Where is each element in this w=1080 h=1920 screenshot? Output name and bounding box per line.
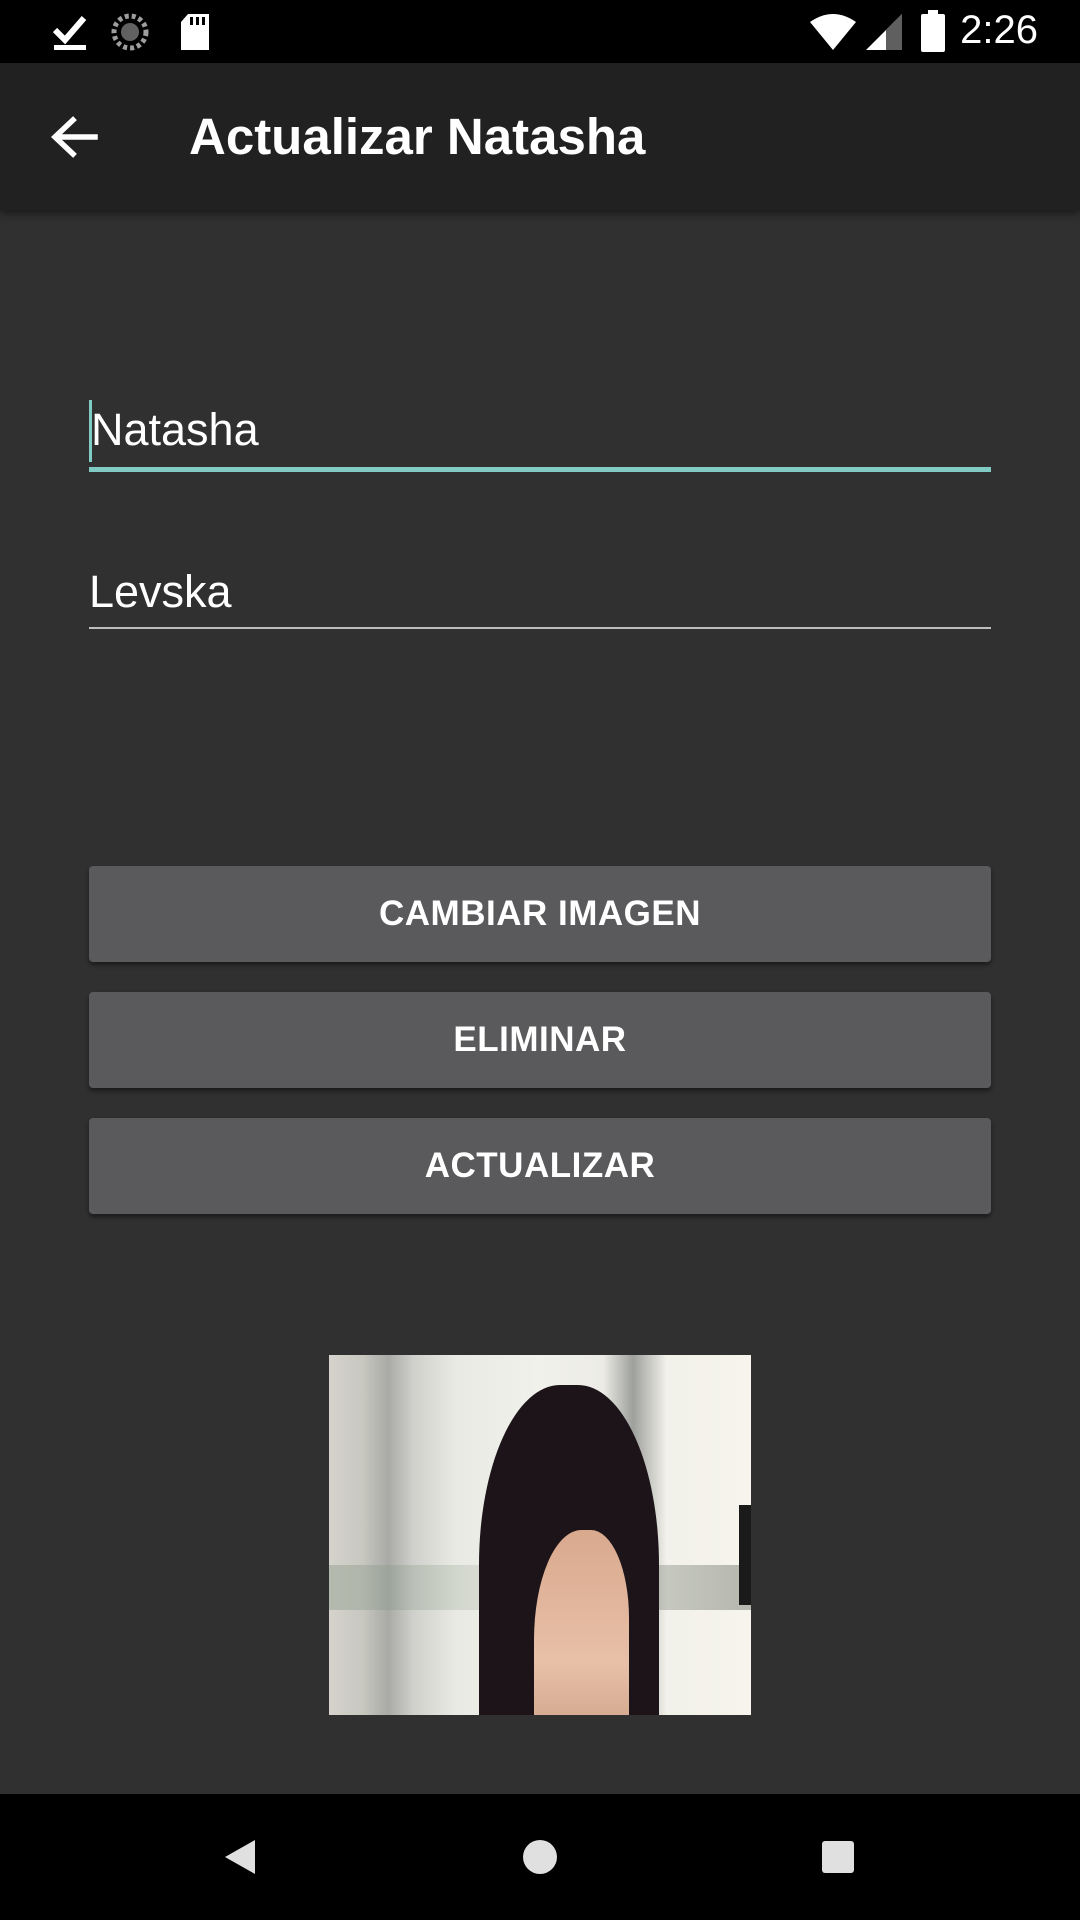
nav-home-button[interactable] bbox=[500, 1817, 580, 1897]
app-bar: Actualizar Natasha bbox=[0, 63, 1080, 210]
page-title: Actualizar Natasha bbox=[189, 108, 646, 165]
wifi-icon bbox=[810, 14, 856, 50]
download-done-icon bbox=[52, 16, 87, 50]
arrow-back-icon bbox=[50, 116, 98, 158]
back-button[interactable] bbox=[30, 93, 118, 181]
nav-home-icon bbox=[523, 1840, 557, 1874]
nav-recents-button[interactable] bbox=[798, 1817, 878, 1897]
nav-back-icon bbox=[225, 1840, 255, 1874]
last-name-underline bbox=[89, 627, 991, 629]
last-name-field[interactable]: Levska bbox=[89, 562, 991, 632]
nav-recents-icon bbox=[822, 1841, 854, 1873]
first-name-value[interactable]: Natasha bbox=[89, 400, 991, 460]
last-name-value[interactable]: Levska bbox=[89, 562, 991, 622]
update-button[interactable]: ACTUALIZAR bbox=[89, 1118, 991, 1214]
text-cursor bbox=[89, 400, 92, 462]
navigation-bar bbox=[0, 1794, 1080, 1920]
clock-time: 2:26 bbox=[960, 8, 1038, 52]
first-name-underline bbox=[89, 467, 991, 472]
portrait-photo bbox=[329, 1355, 751, 1715]
screen: 2:26 Actualizar Natasha Natasha Levska C… bbox=[0, 0, 1080, 1920]
first-name-field[interactable]: Natasha bbox=[89, 400, 991, 475]
delete-button[interactable]: ELIMINAR bbox=[89, 992, 991, 1088]
change-image-button[interactable]: CAMBIAR IMAGEN bbox=[89, 866, 991, 962]
sd-card-icon bbox=[181, 14, 209, 50]
nav-back-button[interactable] bbox=[201, 1817, 281, 1897]
battery-icon bbox=[921, 10, 945, 52]
signal-icon bbox=[866, 14, 902, 50]
sync-icon bbox=[111, 13, 149, 51]
status-bar: 2:26 bbox=[0, 0, 1080, 63]
